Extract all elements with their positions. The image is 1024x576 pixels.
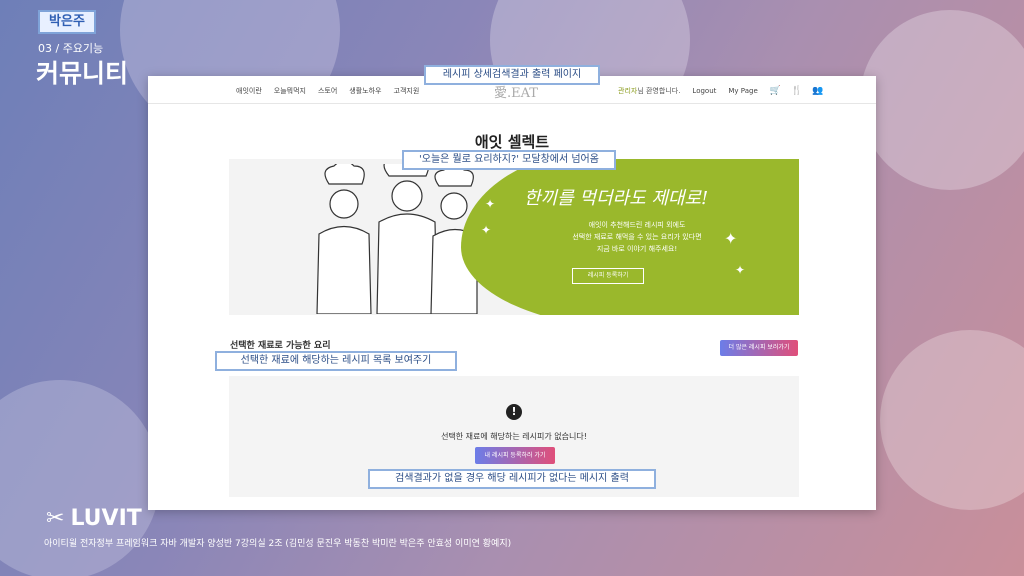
- sparkle-icon: ✦: [485, 197, 496, 211]
- page-title: 애잇 셀렉트: [474, 133, 550, 151]
- sparkle-icon: ✦: [735, 263, 746, 277]
- banner: ✦ ✦ ✦ ✦ 한끼를 먹더라도 제대로! 애잇이 추천해드린 레시피 외에도 …: [229, 159, 799, 315]
- recipe-register-button[interactable]: 레시피 등록하기: [572, 268, 644, 284]
- welcome-name: 관리자: [618, 87, 638, 95]
- cart-icon[interactable]: 🛒: [770, 86, 781, 96]
- banner-handwriting: 한끼를 먹더라도 제대로!: [524, 188, 709, 209]
- brand-name: LUVIT: [70, 506, 142, 531]
- welcome-suffix: 님 환영합니다.: [637, 87, 681, 95]
- nav-icons: 🛒 🍴 👥: [770, 86, 824, 96]
- nav-item-support[interactable]: 고객지원: [394, 86, 420, 96]
- luvit-logo: ✂ LUVIT: [46, 506, 142, 531]
- register-my-recipe-button[interactable]: 내 레시피 등록하러 가기: [475, 447, 555, 464]
- website-screenshot: 애잇이란 오늘뭐먹지 스토어 생활노하우 고객지원 愛.EAT 관리자님 환영합…: [148, 76, 876, 510]
- logout-link[interactable]: Logout: [692, 87, 716, 95]
- author-badge: 박은주: [38, 10, 96, 34]
- warning-icon: !: [506, 404, 522, 420]
- background-plate: [860, 10, 1024, 190]
- mypage-link[interactable]: My Page: [728, 87, 757, 95]
- chefs-illustration: [316, 164, 478, 314]
- sparkle-icon: ✦: [481, 223, 492, 237]
- callout-empty: 검색결과가 없을 경우 해당 레시피가 없다는 메시지 출력: [368, 469, 656, 489]
- banner-line: 애잇이 추천해드린 레시피 외에도: [588, 221, 686, 229]
- banner-description: 애잇이 추천해드린 레시피 외에도 선택한 재료로 해먹을 수 있는 요리가 있…: [527, 219, 747, 255]
- list-title: 선택한 재료로 가능한 요리: [230, 341, 331, 351]
- nav-item-store[interactable]: 스토어: [318, 86, 337, 96]
- nav-right: 관리자님 환영합니다. Logout My Page 🛒 🍴 👥: [618, 86, 823, 96]
- background-plate: [880, 330, 1024, 510]
- utensils-icon[interactable]: 🍴: [791, 86, 802, 96]
- empty-message: 선택한 재료에 해당하는 레시피가 없습니다!: [441, 432, 587, 441]
- section-title: 커뮤니티: [36, 59, 129, 88]
- users-icon[interactable]: 👥: [812, 86, 823, 96]
- footer-credits: 아이티윌 전자정부 프레임워크 자바 개발자 양성반 7강의실 2조 (김민성 …: [44, 539, 512, 549]
- callout-page: 레시피 상세검색결과 출력 페이지: [424, 65, 600, 85]
- welcome-text: 관리자님 환영합니다.: [618, 86, 680, 96]
- more-recipes-button[interactable]: 더 많은 레시피 보러가기: [720, 340, 798, 356]
- callout-list: 선택한 재료에 해당하는 레시피 목록 보여주기: [215, 351, 457, 371]
- banner-line: 지금 바로 이야기 해주세요!: [596, 245, 678, 253]
- nav-item-tips[interactable]: 생활노하우: [349, 86, 381, 96]
- utensils-icon: ✂: [46, 506, 65, 531]
- banner-line: 선택한 재료로 해먹을 수 있는 요리가 있다면: [572, 233, 702, 241]
- callout-banner: '오늘은 뭘로 요리하지?' 모달창에서 넘어옴: [402, 150, 616, 170]
- nav-item-today[interactable]: 오늘뭐먹지: [274, 86, 306, 96]
- nav-menu: 애잇이란 오늘뭐먹지 스토어 생활노하우 고객지원: [236, 86, 419, 96]
- nav-item-about[interactable]: 애잇이란: [236, 86, 262, 96]
